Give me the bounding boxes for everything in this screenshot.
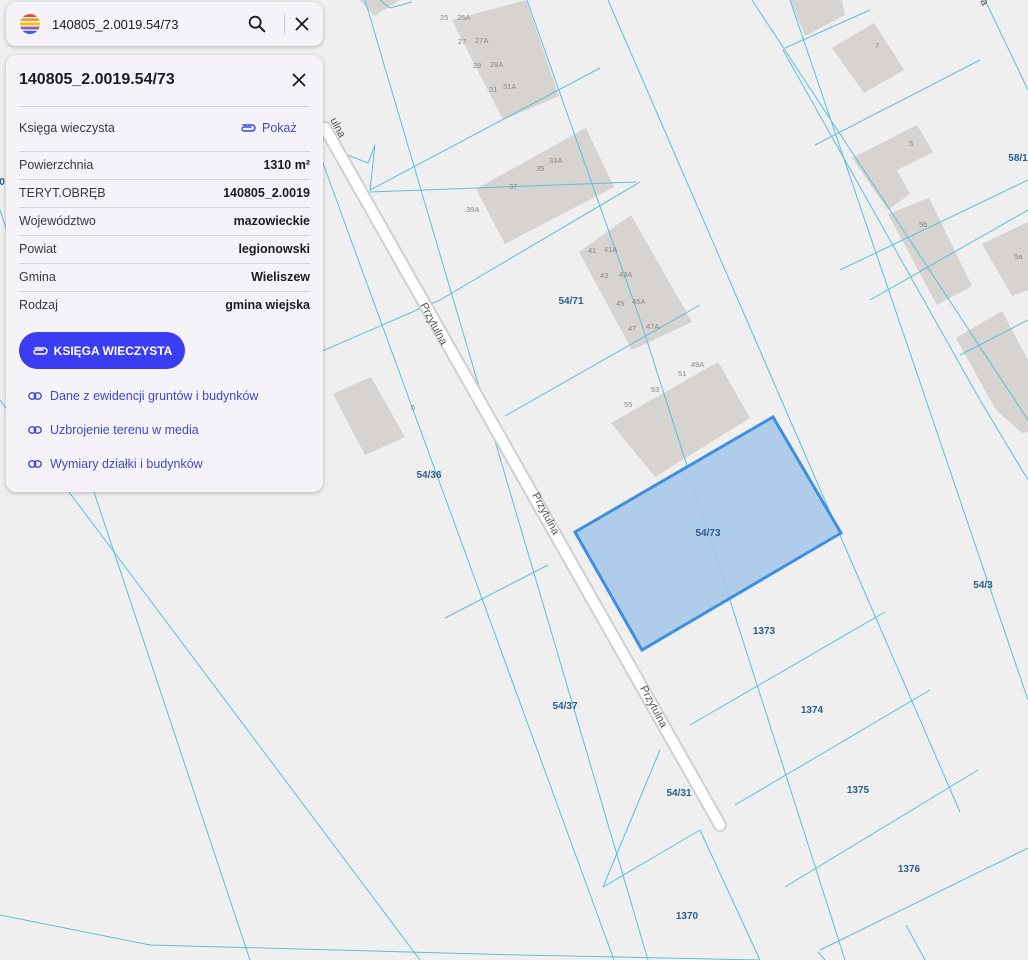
ksiega-label: Księga wieczysta: [19, 121, 115, 135]
building-number: 27A: [475, 36, 488, 45]
parcel-info-panel: 140805_2.0019.54/73 Księga wieczysta Pok…: [6, 55, 323, 492]
building-number: 5: [909, 139, 913, 148]
parcel-label: 54/36: [416, 470, 441, 481]
building-number: 25: [440, 13, 448, 22]
clear-search-icon[interactable]: [291, 13, 313, 35]
building-number: 47: [628, 324, 636, 333]
divider: [19, 291, 310, 292]
building-number: 51: [678, 369, 686, 378]
ksiega-wieczysta-button[interactable]: KSIĘGA WIECZYSTA: [19, 332, 185, 369]
link-label: Uzbrojenie terenu w media: [50, 423, 199, 437]
parcel-label: 1373: [753, 626, 776, 637]
link-dimensions[interactable]: Wymiary działki i budynków: [28, 457, 203, 471]
parcel-label: 58/1: [1008, 153, 1028, 164]
row-value-teryt: 140805_2.0019: [223, 186, 310, 200]
building-number: 35: [536, 164, 544, 173]
parcel-label: 54/73: [695, 528, 720, 539]
building-number: 39A: [466, 205, 479, 214]
building-number: 41A: [604, 245, 617, 254]
panel-title: 140805_2.0019.54/73: [19, 71, 175, 88]
row-value-area: 1310 m²: [263, 158, 310, 172]
parcel-label: 1374: [801, 705, 824, 716]
row-value-type: gmina wiejska: [225, 298, 310, 312]
building-number: 37: [509, 182, 517, 191]
building-number: 5b: [919, 220, 927, 229]
divider: [19, 151, 310, 152]
link-land-registry-data[interactable]: Dane z ewidencji gruntów i budynków: [28, 389, 258, 403]
search-icon[interactable]: [246, 13, 268, 35]
row-value-voivodeship: mazowieckie: [233, 214, 310, 228]
attachment-icon: [32, 346, 48, 355]
parcel-label: 54/37: [552, 701, 577, 712]
row-label-area: Powierzchnia: [19, 158, 94, 172]
link-icon: [28, 426, 42, 434]
link-icon: [28, 460, 42, 468]
ksiega-wieczysta-button-label: KSIĘGA WIECZYSTA: [53, 343, 173, 358]
search-input[interactable]: [52, 12, 237, 36]
parcel-label: 54/71: [558, 296, 583, 307]
building-number: 31: [489, 85, 497, 94]
parcel-label: 1375: [847, 785, 870, 796]
building-number: 31A: [503, 82, 516, 91]
row-value-county: legionowski: [238, 242, 310, 256]
search-divider: [284, 14, 285, 34]
row-label-commune: Gmina: [19, 270, 56, 284]
building-number: 45: [616, 299, 624, 308]
link-icon: [28, 392, 42, 400]
row-value-commune: Wieliszew: [251, 270, 310, 284]
parcel-label: 54/31: [666, 788, 691, 799]
parcel-label: 0: [0, 177, 5, 188]
building-number: 43A: [619, 270, 632, 279]
geoportal-logo-icon: [20, 14, 40, 34]
building-number: 29A: [490, 60, 503, 69]
link-utilities[interactable]: Uzbrojenie terenu w media: [28, 423, 199, 437]
parcel-label: 54/3: [973, 580, 993, 591]
attachment-icon: [241, 124, 256, 132]
link-label: Wymiary działki i budynków: [50, 457, 203, 471]
building-number: 43: [600, 271, 608, 280]
divider: [19, 207, 310, 208]
building-number: 45A: [632, 297, 645, 306]
building-number: 41: [588, 246, 596, 255]
building-number: 53: [651, 385, 659, 394]
building-number: 7: [875, 41, 879, 50]
building-number: 33A: [549, 156, 562, 165]
row-label-voivodeship: Województwo: [19, 214, 96, 228]
close-panel-icon[interactable]: [288, 69, 310, 91]
search-bar: [6, 2, 323, 46]
building-number: 55: [624, 400, 632, 409]
divider: [19, 263, 310, 264]
divider: [19, 235, 310, 236]
building-number: 6: [411, 403, 415, 412]
row-label-county: Powiat: [19, 242, 57, 256]
parcel-label: 1370: [676, 911, 699, 922]
building-number: 49A: [691, 360, 704, 369]
ksiega-show-label: Pokaż: [262, 121, 297, 135]
building-number: 27: [458, 37, 466, 46]
parcel-label: 1376: [898, 864, 921, 875]
building-number: 47A: [646, 322, 659, 331]
divider: [19, 179, 310, 180]
row-label-teryt: TERYT.OBRĘB: [19, 186, 106, 200]
link-label: Dane z ewidencji gruntów i budynków: [50, 389, 259, 403]
row-label-type: Rodzaj: [19, 298, 58, 312]
building-number: 5a: [1014, 252, 1023, 261]
ksiega-show-link[interactable]: Pokaż: [240, 121, 297, 135]
building-number: 25A: [457, 13, 470, 22]
building-number: 29: [473, 61, 481, 70]
divider: [19, 106, 310, 107]
